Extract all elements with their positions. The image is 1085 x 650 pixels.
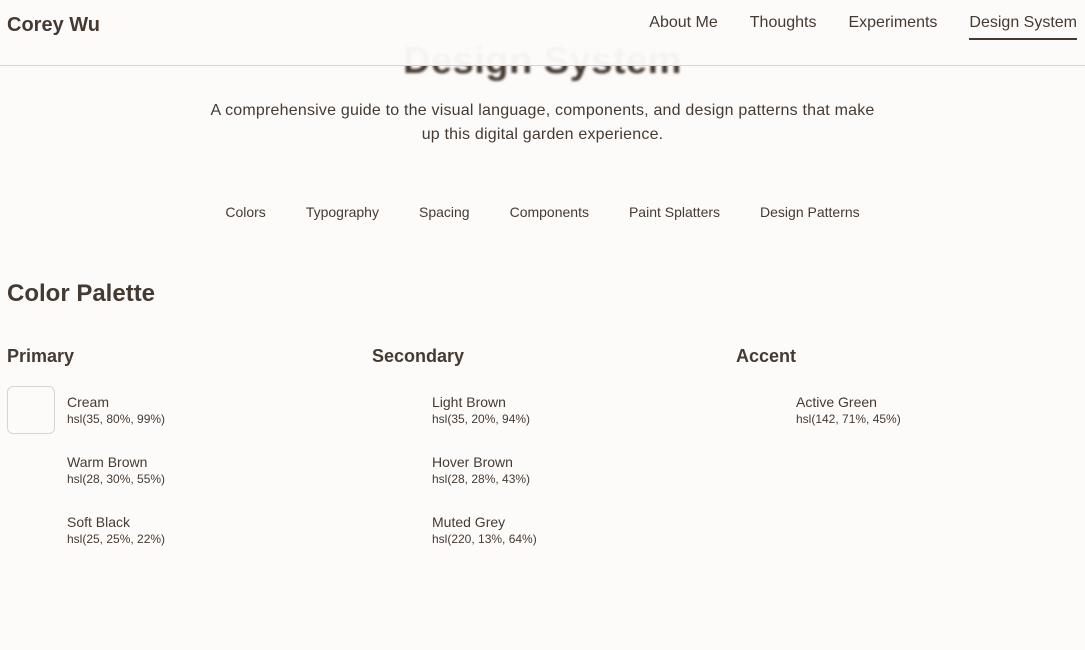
color-value: hsl(220, 13%, 64%) [432, 531, 537, 546]
color-value: hsl(35, 20%, 94%) [432, 411, 531, 426]
color-swatch-row: Warm Brown hsl(28, 30%, 55%) [7, 446, 347, 494]
color-swatch-hover-brown [372, 446, 420, 494]
color-name: Active Green [796, 393, 877, 410]
color-swatch-row: Cream hsl(35, 80%, 99%) [7, 386, 347, 434]
page-description: A comprehensive guide to the visual lang… [210, 102, 875, 143]
color-swatch-light-brown [372, 386, 420, 434]
site-header: Corey Wu About Me Thoughts Experiments D… [0, 0, 1085, 66]
primary-heading: Primary [7, 346, 75, 366]
nav-thoughts[interactable]: Thoughts [750, 14, 817, 40]
color-value: hsl(142, 71%, 45%) [796, 411, 901, 426]
color-name: Warm Brown [67, 453, 148, 470]
design-system-page: Corey Wu About Me Thoughts Experiments D… [0, 0, 1085, 650]
color-value: hsl(35, 80%, 99%) [67, 411, 166, 426]
section-link-colors[interactable]: Colors [225, 204, 265, 220]
primary-colors-column: Primary Cream hsl(35, 80%, 99%) Warm Bro… [7, 346, 347, 566]
color-name: Cream [67, 393, 110, 410]
accent-colors-column: Accent Active Green hsl(142, 71%, 45%) [736, 346, 1076, 446]
section-nav: Colors Typography Spacing Components Pai… [0, 204, 1085, 220]
secondary-colors-column: Secondary Light Brown hsl(35, 20%, 94%) … [372, 346, 712, 566]
color-value: hsl(28, 30%, 55%) [67, 471, 166, 486]
nav-design-system[interactable]: Design System [969, 14, 1077, 40]
site-title[interactable]: Corey Wu [7, 14, 100, 37]
color-name: Soft Black [67, 513, 131, 530]
color-value: hsl(28, 28%, 43%) [432, 471, 531, 486]
section-link-paint-splatters[interactable]: Paint Splatters [629, 204, 720, 220]
accent-heading: Accent [736, 346, 797, 366]
section-link-components[interactable]: Components [510, 204, 589, 220]
color-swatch-warm-brown [7, 446, 55, 494]
color-value: hsl(25, 25%, 22%) [67, 531, 166, 546]
color-swatch-row: Hover Brown hsl(28, 28%, 43%) [372, 446, 712, 494]
color-swatch-cream [7, 386, 55, 434]
color-name: Light Brown [432, 393, 506, 410]
main-nav: About Me Thoughts Experiments Design Sys… [649, 14, 1077, 40]
section-link-typography[interactable]: Typography [306, 204, 379, 220]
color-swatch-row: Muted Grey hsl(220, 13%, 64%) [372, 506, 712, 554]
color-swatch-row: Soft Black hsl(25, 25%, 22%) [7, 506, 347, 554]
section-link-design-patterns[interactable]: Design Patterns [760, 204, 860, 220]
color-swatch-muted-grey [372, 506, 420, 554]
color-name: Hover Brown [432, 453, 513, 470]
color-swatch-row: Light Brown hsl(35, 20%, 94%) [372, 386, 712, 434]
secondary-heading: Secondary [372, 346, 465, 366]
nav-experiments[interactable]: Experiments [848, 14, 937, 40]
section-link-spacing[interactable]: Spacing [419, 204, 470, 220]
color-swatch-active-green [736, 386, 784, 434]
color-name: Muted Grey [432, 513, 506, 530]
nav-about-me[interactable]: About Me [649, 14, 717, 40]
color-swatch-row: Active Green hsl(142, 71%, 45%) [736, 386, 1076, 434]
color-swatch-soft-black [7, 506, 55, 554]
color-palette-heading: Color Palette [7, 280, 156, 307]
